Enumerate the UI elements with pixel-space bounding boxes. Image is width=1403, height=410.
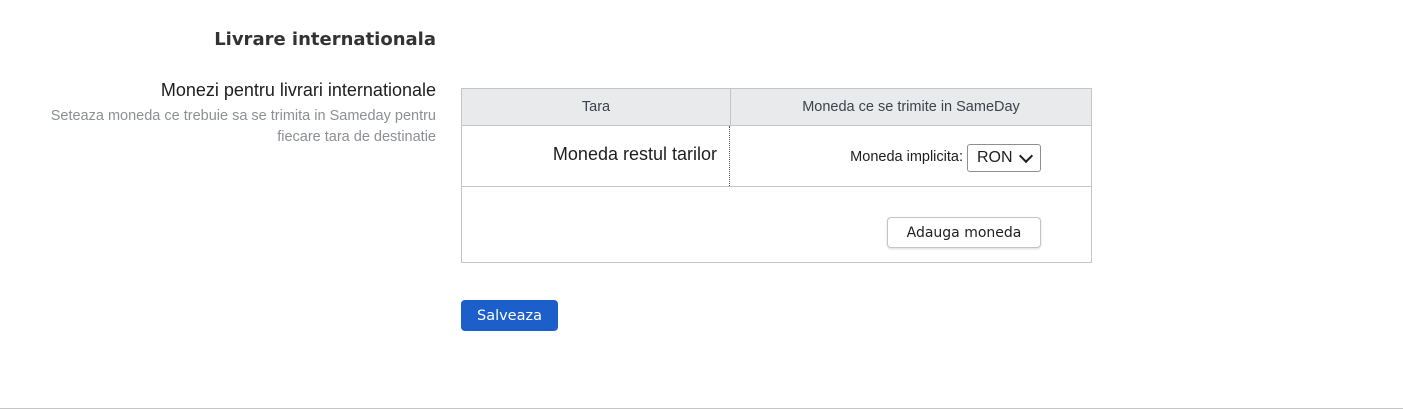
- country-cell: Moneda restul tarilor: [462, 126, 730, 186]
- chevron-down-icon: [1018, 148, 1034, 163]
- currency-cell: Moneda implicita: RON: [730, 126, 1091, 186]
- column-header-country: Tara: [462, 89, 731, 125]
- table-header: Tara Moneda ce se trimite in SameDay: [462, 89, 1091, 126]
- section-title: Livrare internationala: [214, 29, 436, 50]
- currency-select[interactable]: RON: [967, 144, 1041, 172]
- default-currency-label: Moneda implicita:: [850, 149, 963, 165]
- save-button[interactable]: Salveaza: [461, 300, 558, 331]
- table-row: Moneda restul tarilor Moneda implicita: …: [462, 126, 1091, 187]
- field-description: Seteaza moneda ce trebuie sa se trimita …: [50, 108, 436, 145]
- table-footer: Adauga moneda: [462, 187, 1091, 262]
- currency-select-value: RON: [977, 149, 1013, 166]
- currency-table: Tara Moneda ce se trimite in SameDay Mon…: [461, 88, 1092, 263]
- add-currency-button[interactable]: Adauga moneda: [887, 217, 1041, 248]
- bottom-divider: [0, 408, 1403, 409]
- column-header-currency: Moneda ce se trimite in SameDay: [802, 99, 1020, 115]
- field-label: Monezi pentru livrari internationale: [160, 80, 436, 100]
